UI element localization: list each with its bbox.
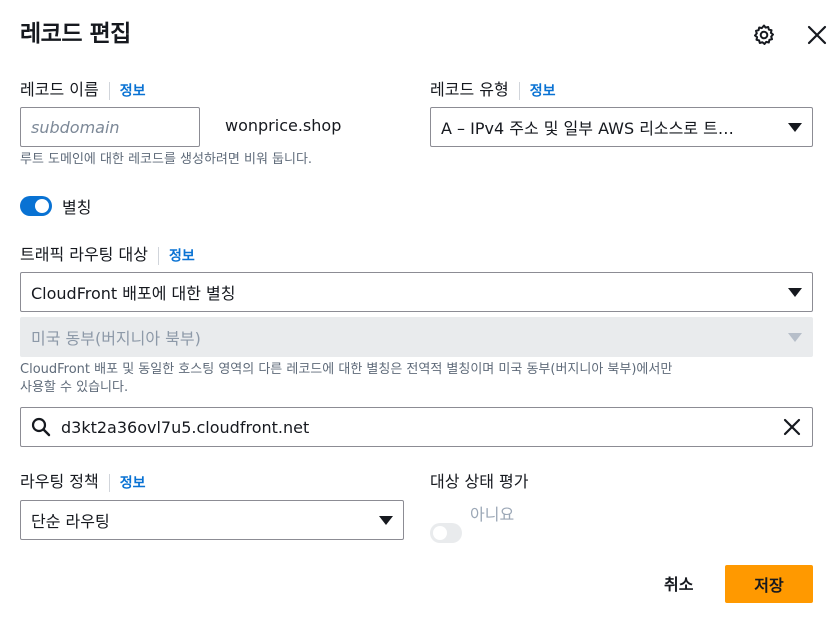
caret-down-icon xyxy=(788,122,802,132)
caret-down-icon xyxy=(379,515,393,525)
clear-icon[interactable] xyxy=(783,418,801,436)
endpoint-selected: CloudFront 배포에 대한 별칭 xyxy=(31,284,236,303)
traffic-target-label-group: 트래픽 라우팅 대상 정보 xyxy=(20,241,195,266)
health-check-toggle-label: 아니요 xyxy=(470,505,515,524)
gear-icon[interactable] xyxy=(752,23,776,47)
close-icon[interactable] xyxy=(806,24,828,46)
record-type-label-group: 레코드 유형 정보 xyxy=(430,76,555,101)
record-type-selected: A – IPv4 주소 및 일부 AWS 리소스로 트… xyxy=(441,119,734,138)
search-icon xyxy=(31,417,51,437)
traffic-target-label: 트래픽 라우팅 대상 xyxy=(20,245,148,264)
record-name-info-link[interactable]: 정보 xyxy=(120,84,146,100)
region-select: 미국 동부(버지니아 북부) xyxy=(20,317,813,357)
routing-policy-info-link[interactable]: 정보 xyxy=(120,476,146,492)
routing-policy-label-group: 라우팅 정책 정보 xyxy=(20,468,145,493)
region-selected: 미국 동부(버지니아 북부) xyxy=(31,329,201,348)
cancel-button[interactable]: 취소 xyxy=(664,571,693,595)
record-type-label: 레코드 유형 xyxy=(430,80,509,99)
divider xyxy=(518,81,520,100)
divider xyxy=(157,246,159,265)
save-button[interactable]: 저장 xyxy=(725,565,813,603)
caret-down-icon xyxy=(788,332,802,342)
record-name-input[interactable]: subdomain xyxy=(20,107,200,147)
health-check-toggle xyxy=(430,523,462,543)
routing-policy-label: 라우팅 정책 xyxy=(20,472,99,491)
traffic-target-hint: CloudFront 배포 및 동일한 호스팅 영역의 다른 레코드에 대한 별… xyxy=(20,361,820,397)
toggle-knob xyxy=(35,199,49,213)
record-name-label: 레코드 이름 xyxy=(20,80,99,99)
record-name-hint: 루트 도메인에 대한 레코드를 생성하려면 비워 둡니다. xyxy=(20,152,313,167)
caret-down-icon xyxy=(788,287,802,297)
record-name-placeholder: subdomain xyxy=(31,117,120,137)
alias-label: 별칭 xyxy=(62,198,92,217)
page-title: 레코드 편집 xyxy=(20,21,131,47)
hint-line-2: 사용할 수 있습니다. xyxy=(20,380,129,395)
health-check-label: 대상 상태 평가 xyxy=(430,472,529,491)
alias-toggle[interactable] xyxy=(20,196,52,216)
record-name-label-group: 레코드 이름 정보 xyxy=(20,76,145,101)
toggle-knob xyxy=(433,526,447,540)
hint-line-1: CloudFront 배포 및 동일한 호스팅 영역의 다른 레코드에 대한 별… xyxy=(20,362,673,377)
endpoint-select[interactable]: CloudFront 배포에 대한 별칭 xyxy=(20,272,813,312)
search-value: d3kt2a36ovl7u5.cloudfront.net xyxy=(61,417,310,437)
domain-suffix: wonprice.shop xyxy=(225,116,342,135)
record-type-info-link[interactable]: 정보 xyxy=(530,84,556,100)
routing-policy-selected: 단순 라우팅 xyxy=(31,512,110,531)
divider xyxy=(108,81,110,100)
alias-target-search-input[interactable]: d3kt2a36ovl7u5.cloudfront.net xyxy=(20,407,813,447)
record-type-select[interactable]: A – IPv4 주소 및 일부 AWS 리소스로 트… xyxy=(430,107,813,147)
routing-policy-select[interactable]: 단순 라우팅 xyxy=(20,500,404,540)
traffic-target-info-link[interactable]: 정보 xyxy=(169,249,195,265)
divider xyxy=(108,473,110,492)
